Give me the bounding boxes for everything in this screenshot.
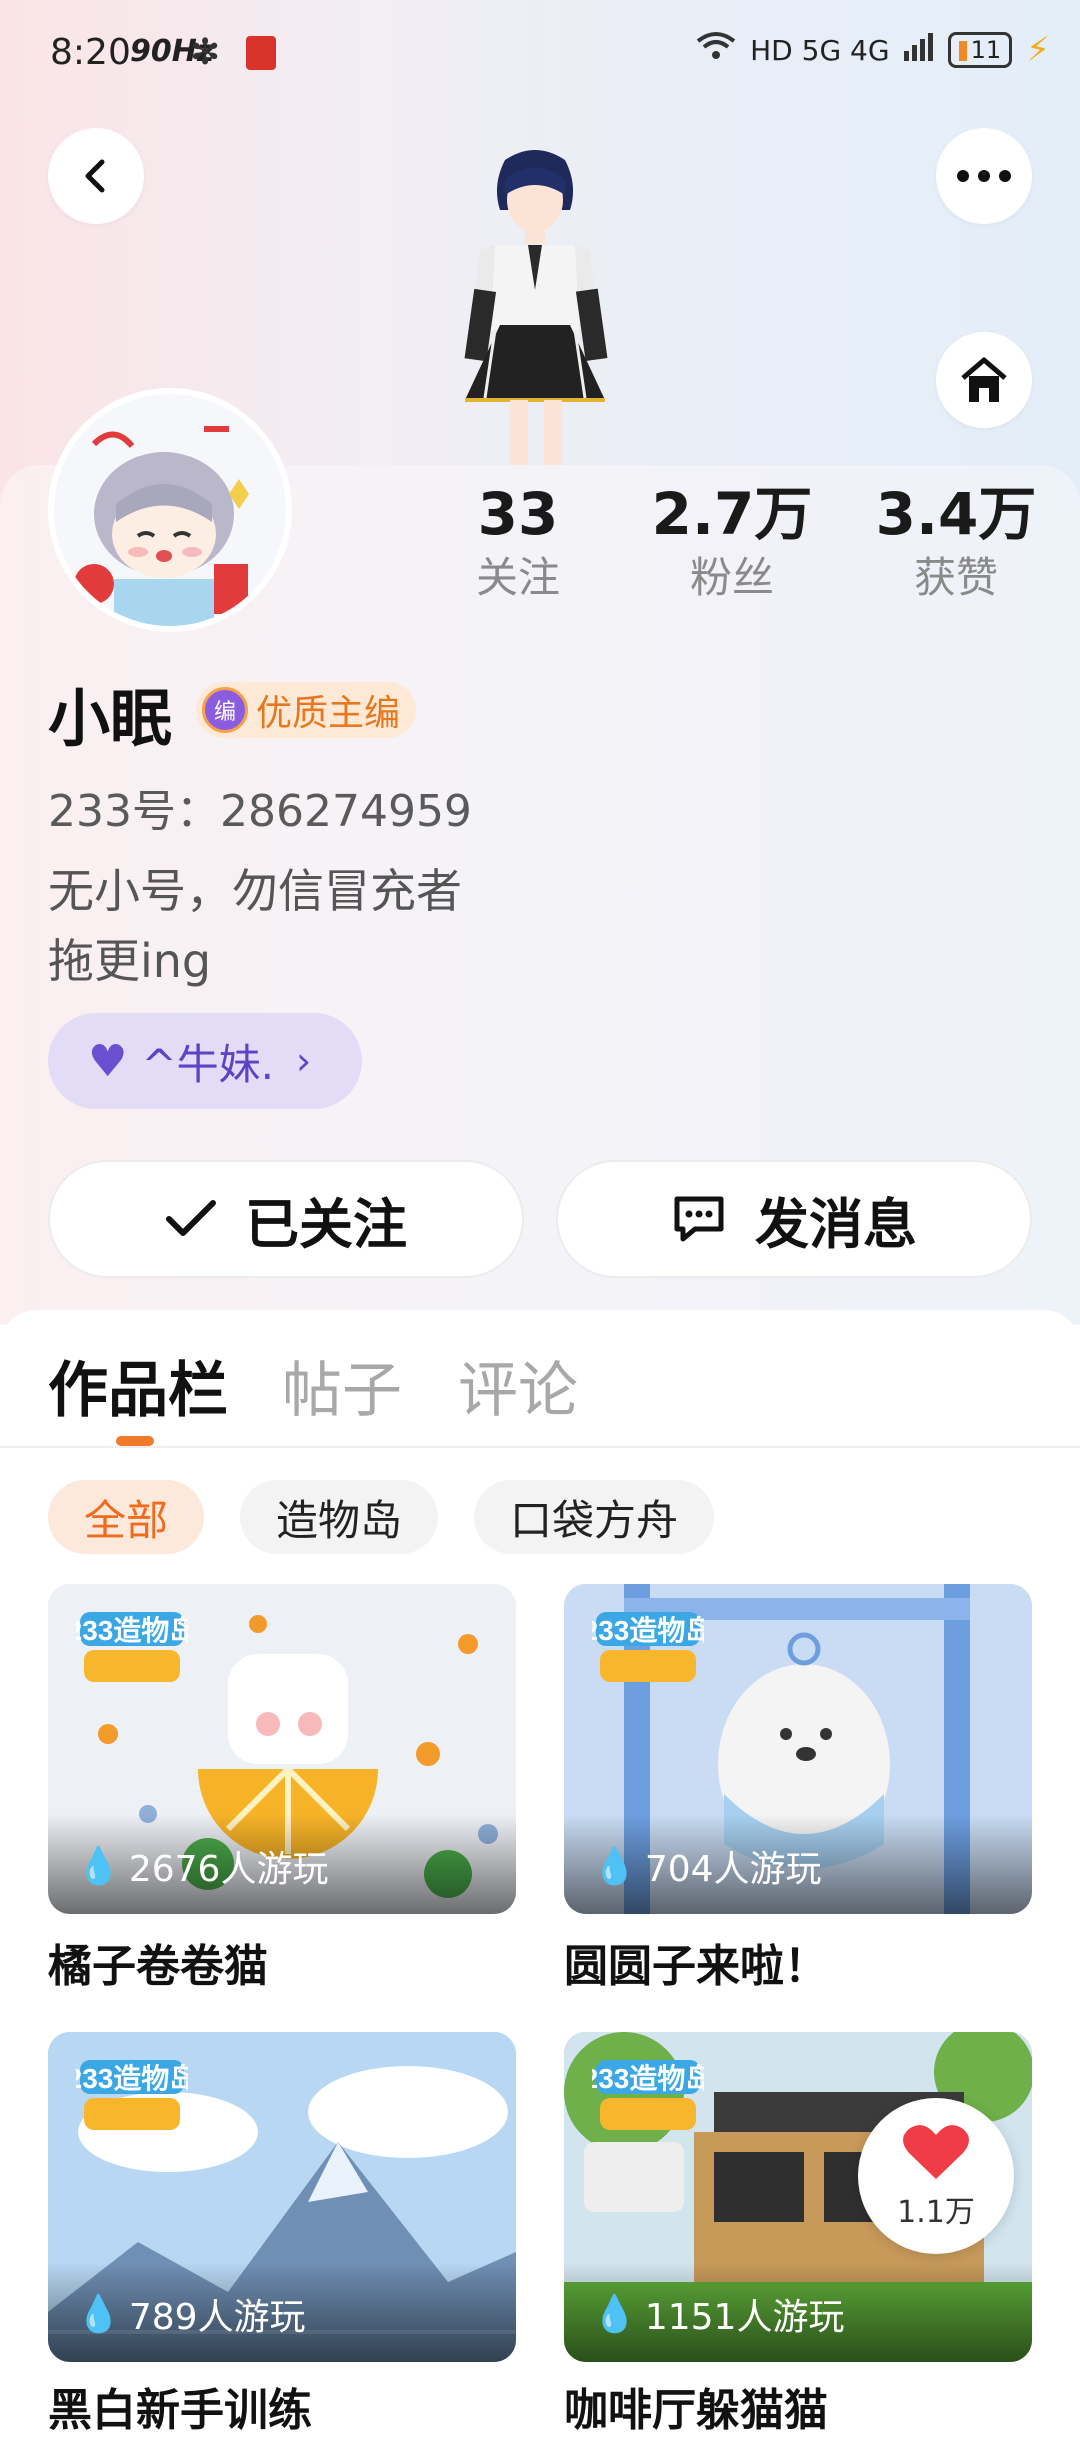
work-card-3[interactable]: 233造物岛 💧 789人游玩 bbox=[48, 2032, 516, 2362]
likes-label: 获赞 bbox=[913, 553, 998, 602]
followers-stat[interactable]: 2.7万 粉丝 bbox=[632, 478, 832, 606]
heart-icon bbox=[903, 2125, 969, 2179]
filter-creation-island[interactable]: 造物岛 bbox=[240, 1480, 438, 1554]
flame-icon: 💧 bbox=[592, 1846, 637, 1887]
editor-badge-icon: 编 bbox=[202, 687, 248, 733]
play-count: 💧 789人游玩 bbox=[76, 2294, 306, 2338]
fan-icon: ✻ bbox=[190, 32, 221, 73]
relationship-tag[interactable]: ♥ ^牛妹. › bbox=[48, 1013, 362, 1109]
home-icon bbox=[961, 357, 1007, 402]
chevron-left-icon bbox=[85, 159, 105, 193]
followers-count: 2.7万 bbox=[651, 480, 813, 548]
heart-icon: ♥ bbox=[88, 1035, 128, 1087]
like-count: 1.1万 bbox=[897, 2195, 975, 2230]
battery-level: 11 bbox=[970, 36, 1002, 64]
flame-icon: 💧 bbox=[76, 1846, 121, 1887]
charging-icon: ⚡ bbox=[1026, 30, 1050, 70]
bio-line-1: 无小号，勿信冒充者 bbox=[48, 864, 462, 918]
network-indicator: HD 5G 4G bbox=[750, 33, 890, 67]
battery-icon: 11 bbox=[947, 32, 1013, 68]
relationship-tag-label: ^牛妹. bbox=[141, 1039, 274, 1089]
svg-text:233造物岛: 233造物岛 bbox=[76, 2062, 188, 2094]
svg-text:233造物岛: 233造物岛 bbox=[592, 2062, 704, 2094]
chevron-right-icon: › bbox=[296, 1039, 312, 1083]
play-count: 💧 704人游玩 bbox=[592, 1846, 822, 1890]
tab-posts[interactable]: 帖子 bbox=[282, 1342, 402, 1429]
work-card-2[interactable]: 233造物岛 💧 704人游玩 bbox=[564, 1584, 1032, 1914]
creation-island-logo: 233造物岛 bbox=[592, 2060, 704, 2130]
following-stat[interactable]: 33 关注 bbox=[418, 478, 618, 606]
active-tab-indicator bbox=[116, 1436, 154, 1446]
following-count: 33 bbox=[477, 480, 559, 548]
user-name: 小眠 bbox=[48, 682, 173, 755]
likes-stat[interactable]: 3.4万 获赞 bbox=[856, 478, 1056, 606]
user-id: 233号：286274959 bbox=[48, 786, 472, 837]
character-avatar-illustration bbox=[464, 150, 608, 470]
home-button[interactable] bbox=[936, 332, 1032, 428]
work-title-4[interactable]: 咖啡厅躲猫猫 bbox=[564, 2374, 828, 2438]
avatar-illustration bbox=[54, 394, 286, 626]
followers-label: 粉丝 bbox=[689, 553, 774, 602]
status-time: 8:20 bbox=[50, 32, 131, 73]
following-button-label: 已关注 bbox=[245, 1192, 407, 1256]
work-title-1[interactable]: 橘子卷卷猫 bbox=[48, 1930, 268, 1994]
creation-island-logo: 233造物岛 bbox=[76, 2060, 188, 2130]
play-count: 💧 1151人游玩 bbox=[592, 2294, 845, 2338]
message-icon bbox=[674, 1196, 724, 1242]
tab-comments[interactable]: 评论 bbox=[458, 1342, 578, 1429]
status-right-group: HD 5G 4G 11 ⚡ bbox=[696, 30, 1050, 70]
status-bar: 8:20 90Hz ✻ HD 5G 4G 11 ⚡ bbox=[0, 0, 1080, 110]
following-label: 关注 bbox=[475, 553, 560, 602]
app-notification-icon bbox=[246, 36, 276, 70]
tab-works[interactable]: 作品栏 bbox=[48, 1342, 228, 1429]
creation-island-logo: 233造物岛 bbox=[592, 1612, 704, 1682]
work-card-1[interactable]: 233造物岛 💧 2676人游玩 bbox=[48, 1584, 516, 1914]
back-button[interactable] bbox=[48, 128, 144, 224]
following-button[interactable]: 已关注 bbox=[48, 1160, 524, 1278]
likes-count: 3.4万 bbox=[875, 480, 1037, 548]
play-count: 💧 2676人游玩 bbox=[76, 1846, 329, 1890]
more-options-button[interactable] bbox=[936, 128, 1032, 224]
svg-text:233造物岛: 233造物岛 bbox=[76, 1614, 188, 1646]
wifi-icon bbox=[696, 31, 736, 70]
creation-island-logo: 233造物岛 bbox=[76, 1612, 188, 1682]
more-dots-icon bbox=[957, 170, 1011, 182]
bio-line-2: 拖更ing bbox=[48, 934, 212, 988]
svg-text:233造物岛: 233造物岛 bbox=[592, 1614, 704, 1646]
check-icon bbox=[166, 1200, 216, 1236]
work-title-3[interactable]: 黑白新手训练 bbox=[48, 2374, 312, 2438]
flame-icon: 💧 bbox=[76, 2294, 121, 2335]
signal-icon bbox=[903, 32, 934, 68]
like-floating-button[interactable]: 1.1万 bbox=[858, 2098, 1014, 2254]
filter-all[interactable]: 全部 bbox=[48, 1480, 204, 1554]
user-avatar[interactable] bbox=[48, 388, 292, 632]
badge-label: 优质主编 bbox=[256, 693, 401, 734]
flame-icon: 💧 bbox=[592, 2294, 637, 2335]
tabs-divider bbox=[0, 1446, 1080, 1448]
send-message-label: 发消息 bbox=[755, 1192, 917, 1256]
work-title-2[interactable]: 圆圆子来啦！ bbox=[564, 1930, 828, 1994]
filter-pocket-ark[interactable]: 口袋方舟 bbox=[474, 1480, 714, 1554]
quality-editor-badge[interactable]: 编 优质主编 bbox=[196, 682, 417, 738]
send-message-button[interactable]: 发消息 bbox=[556, 1160, 1032, 1278]
